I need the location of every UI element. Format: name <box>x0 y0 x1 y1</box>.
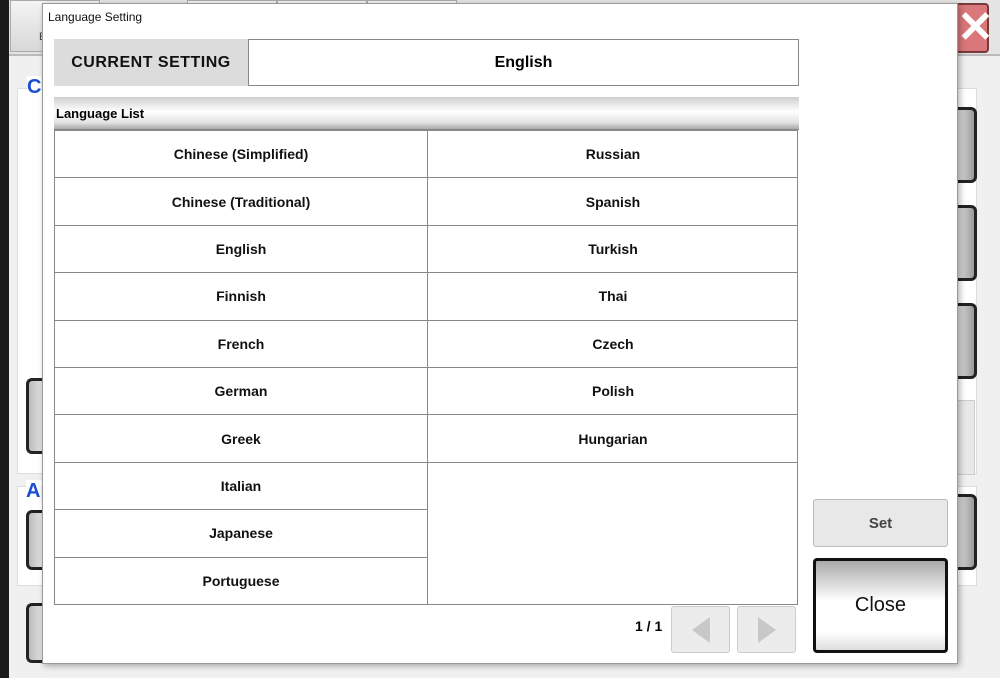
background-side-button-disabled <box>955 400 975 475</box>
language-column-left: Chinese (Simplified) Chinese (Traditiona… <box>55 131 427 605</box>
language-item[interactable]: Japanese <box>55 510 427 557</box>
background-side-button[interactable] <box>955 107 977 183</box>
background-side-button[interactable] <box>955 494 977 570</box>
language-item[interactable]: Spanish <box>428 178 798 225</box>
section-heading: C <box>27 76 41 99</box>
language-item[interactable]: French <box>55 321 427 368</box>
language-item[interactable]: Czech <box>428 321 798 368</box>
close-button[interactable]: Close <box>813 558 948 653</box>
language-item[interactable]: Finnish <box>55 273 427 320</box>
background-side-button[interactable] <box>955 303 977 379</box>
language-item[interactable]: English <box>55 226 427 273</box>
app-close-x-icon[interactable]: ✕ <box>955 3 989 53</box>
language-item[interactable]: Italian <box>55 463 427 510</box>
language-item[interactable]: Chinese (Simplified) <box>55 131 427 178</box>
language-list: Chinese (Simplified) Chinese (Traditiona… <box>54 130 798 605</box>
next-page-button[interactable] <box>737 606 796 653</box>
language-item[interactable]: Hungarian <box>428 415 798 462</box>
language-item[interactable]: Portuguese <box>55 558 427 605</box>
language-item[interactable]: German <box>55 368 427 415</box>
triangle-left-icon <box>690 615 712 645</box>
language-item[interactable]: Thai <box>428 273 798 320</box>
language-column-right: Russian Spanish Turkish Thai Czech Polis… <box>427 131 798 605</box>
language-item[interactable]: Polish <box>428 368 798 415</box>
page-indicator: 1 / 1 <box>635 618 662 634</box>
current-setting-value: English <box>248 39 799 86</box>
background-side-button[interactable] <box>955 205 977 281</box>
language-item[interactable]: Russian <box>428 131 798 178</box>
language-setting-dialog: Language Setting CURRENT SETTING English… <box>42 3 958 664</box>
prev-page-button[interactable] <box>671 606 730 653</box>
left-dark-bar <box>0 0 9 678</box>
dialog-title: Language Setting <box>48 10 142 24</box>
language-item[interactable]: Turkish <box>428 226 798 273</box>
language-item[interactable]: Chinese (Traditional) <box>55 178 427 225</box>
current-setting-label: CURRENT SETTING <box>54 39 248 86</box>
triangle-right-icon <box>756 615 778 645</box>
language-list-header: Language List <box>54 97 799 130</box>
set-button[interactable]: Set <box>813 499 948 547</box>
language-item[interactable]: Greek <box>55 415 427 462</box>
